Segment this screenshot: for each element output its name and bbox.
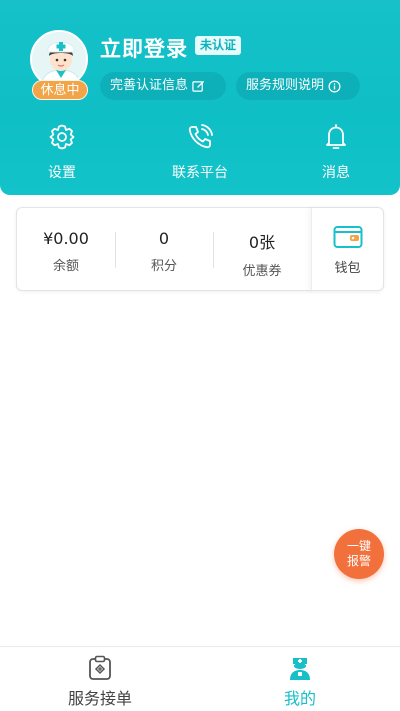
coupons-stat[interactable]: 0张 优惠券 (213, 208, 311, 292)
wallet-label: 钱包 (334, 261, 361, 276)
balance-value: ¥0.00 (43, 229, 89, 248)
tab-service-orders-label: 服务接单 (67, 689, 132, 708)
wallet-card: ¥0.00 余额 0 积分 0张 优惠券 钱包 (16, 207, 384, 292)
status-badge[interactable]: 休息中 (32, 80, 88, 100)
tab-service-orders[interactable]: 服务接单 (0, 647, 200, 711)
contact-platform-button[interactable]: 联系平台 (150, 122, 250, 182)
emergency-line-1: 一键 (346, 539, 371, 553)
nurse-icon (290, 658, 310, 680)
coupons-label: 优惠券 (242, 264, 282, 279)
tab-mine[interactable]: 我的 (200, 647, 400, 711)
complete-info-button[interactable]: 完善认证信息 (100, 72, 226, 100)
points-value: 0 (158, 229, 170, 248)
login-link[interactable]: 立即登录 (100, 33, 188, 63)
avatar-container[interactable]: 休息中 (30, 30, 90, 102)
settings-button[interactable]: 设置 (12, 122, 112, 182)
tab-mine-label: 我的 (283, 689, 316, 708)
messages-label: 消息 (322, 165, 350, 181)
emergency-line-2: 报警 (346, 554, 371, 568)
bottom-tab-bar: 服务接单 我的 (0, 646, 400, 711)
info-icon (328, 80, 341, 92)
phone-icon (188, 124, 213, 149)
service-rules-label: 服务规则说明 (246, 78, 325, 93)
contact-platform-label: 联系平台 (172, 165, 228, 181)
coupons-value: 0张 (248, 233, 276, 252)
points-stat[interactable]: 0 积分 (115, 208, 213, 292)
service-rules-button[interactable]: 服务规则说明 (236, 72, 360, 100)
gear-icon (49, 124, 75, 150)
points-label: 积分 (150, 259, 177, 274)
edit-icon (192, 80, 205, 92)
balance-label: 余额 (52, 259, 79, 274)
complete-info-label: 完善认证信息 (110, 78, 189, 93)
balance-stat[interactable]: ¥0.00 余额 (17, 208, 115, 292)
messages-button[interactable]: 消息 (286, 122, 386, 182)
bell-icon (326, 124, 346, 149)
wallet-icon (333, 226, 362, 248)
emergency-alarm-button[interactable]: 一键 报警 (334, 529, 384, 579)
profile-header: 休息中 立即登录 未认证 完善认证信息 服务规则说明 设置 联系平台 消息 (0, 0, 400, 195)
clipboard-icon (89, 655, 111, 680)
settings-label: 设置 (48, 165, 76, 181)
wallet-button[interactable]: 钱包 (311, 208, 383, 292)
verification-badge: 未认证 (195, 36, 242, 55)
